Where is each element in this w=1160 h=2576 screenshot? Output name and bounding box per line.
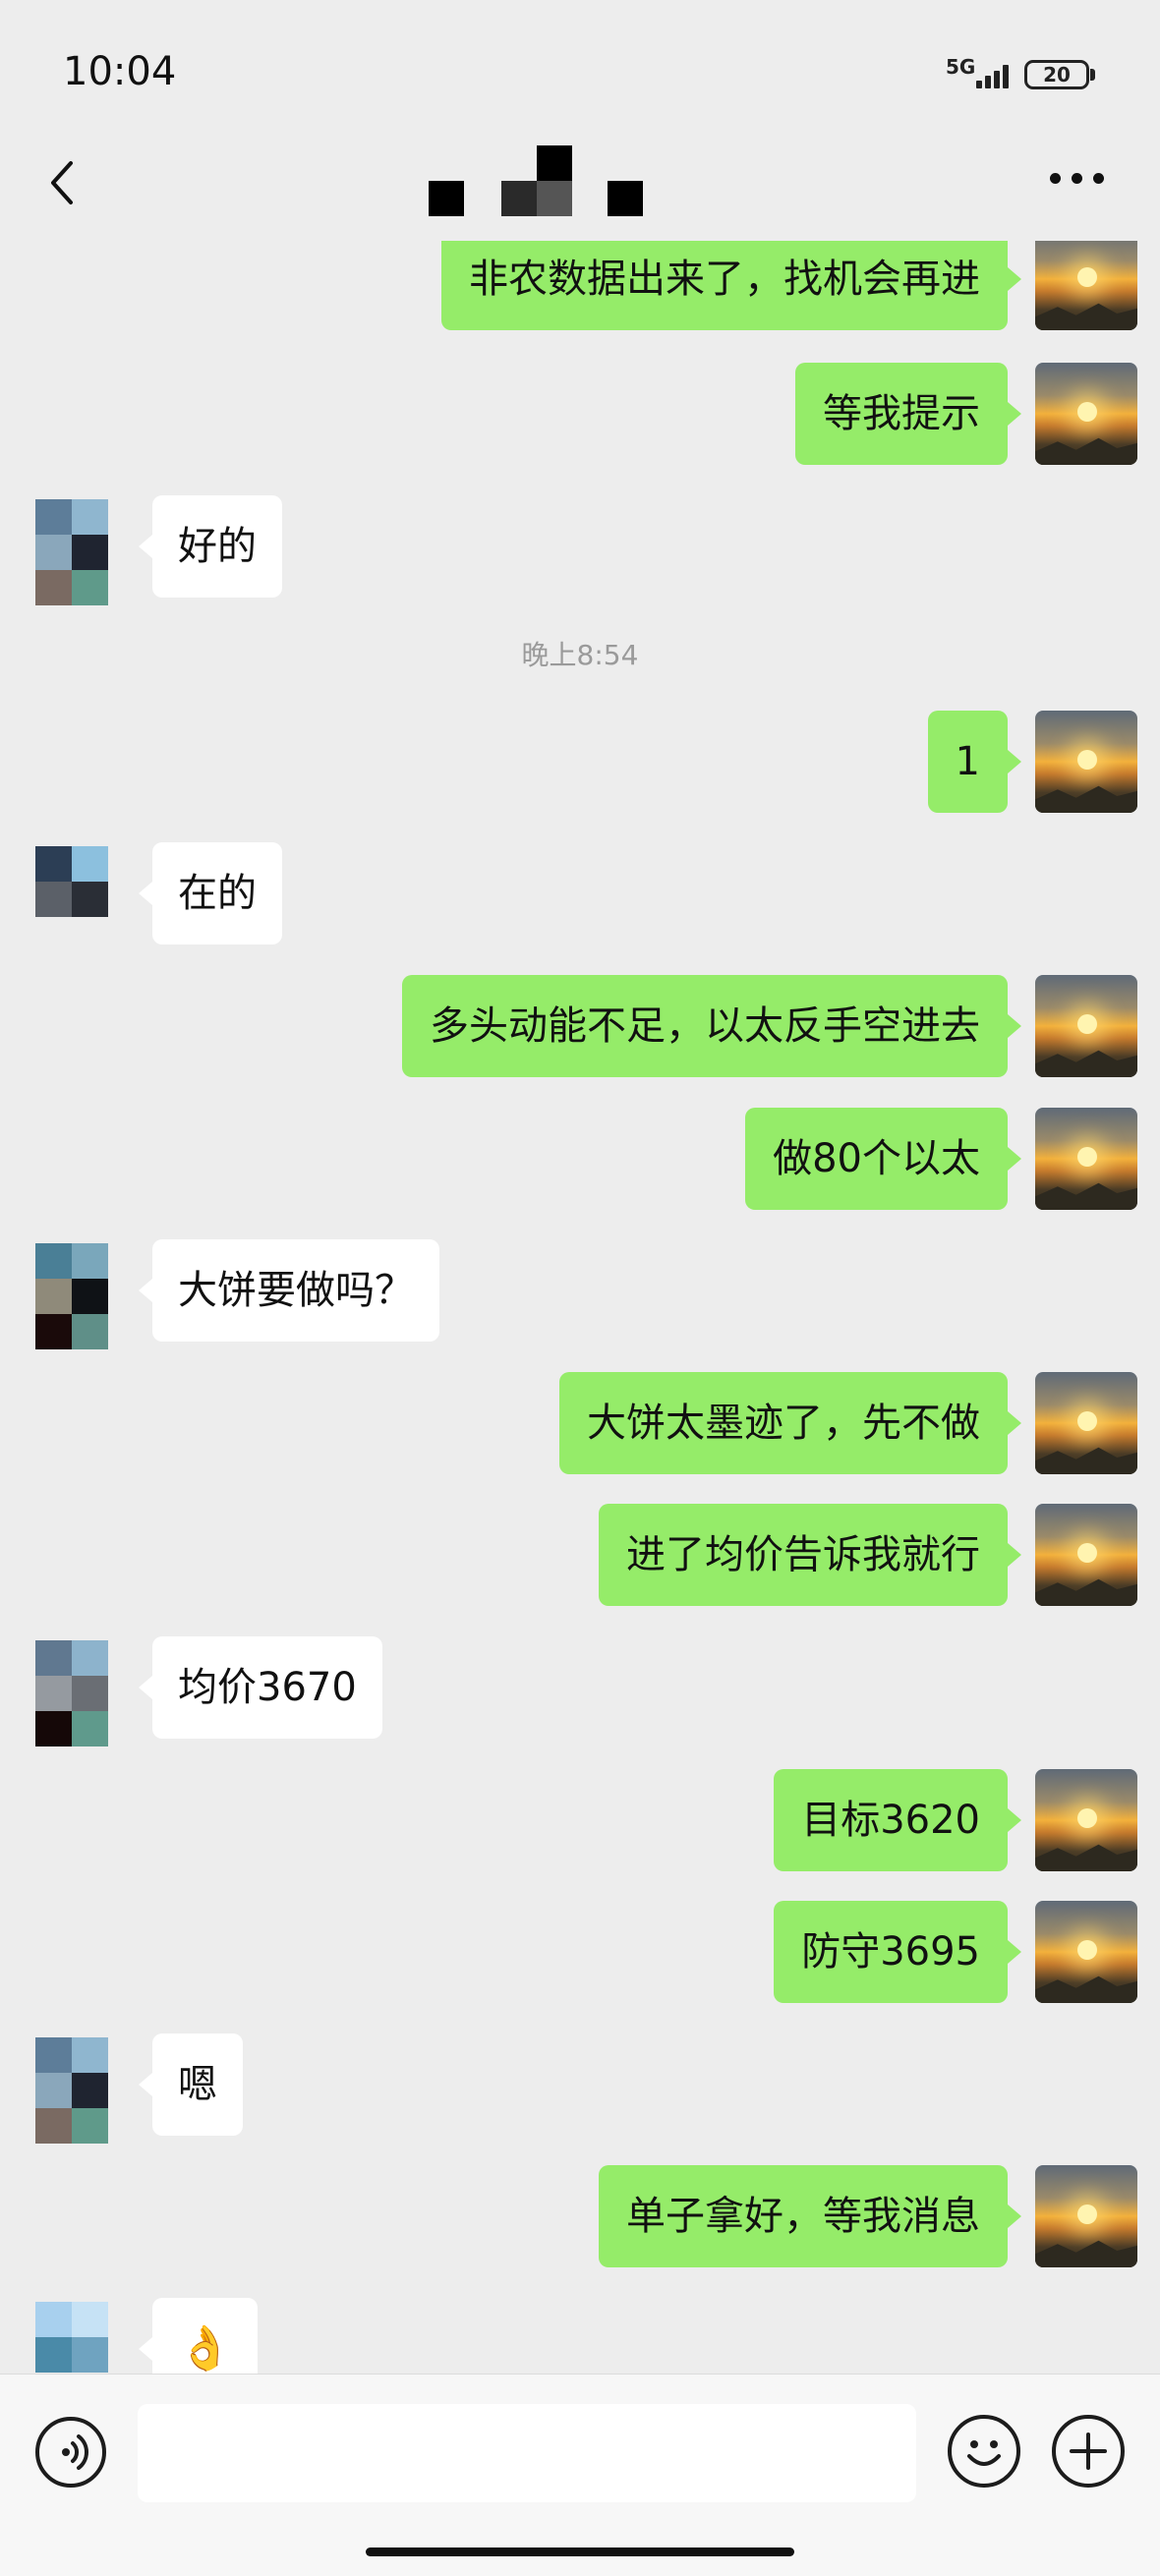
avatar-contact[interactable]	[35, 2037, 108, 2144]
emoji-icon[interactable]	[948, 2415, 1020, 2488]
more-icon[interactable]	[1050, 173, 1109, 193]
voice-icon[interactable]	[35, 2417, 106, 2488]
battery-icon: 20	[1024, 60, 1089, 89]
message-bubble-sent[interactable]: 进了均价告诉我就行	[599, 1504, 1021, 1606]
message-bubble-sent[interactable]: 多头动能不足，以太反手空进去	[402, 975, 1021, 1077]
status-time: 10:04	[63, 49, 177, 94]
message-bubble-sent[interactable]: 等我提示	[795, 363, 1021, 465]
plus-icon[interactable]	[1052, 2415, 1125, 2488]
avatar-contact[interactable]	[35, 2302, 108, 2374]
avatar-contact[interactable]	[35, 1243, 108, 1349]
status-bar: 10:04 5G 20	[0, 0, 1160, 138]
message-list[interactable]: 非农数据出来了，找机会再进 等我提示 好的 晚上8:54 1 在的 多头动能不足…	[0, 241, 1160, 2374]
chat-header	[0, 138, 1160, 241]
avatar-self[interactable]	[1035, 1901, 1137, 2003]
message-bubble-received[interactable]: 嗯	[139, 2033, 243, 2136]
chevron-left-icon[interactable]	[37, 153, 96, 212]
avatar-self[interactable]	[1035, 2165, 1137, 2267]
avatar-contact[interactable]	[35, 846, 108, 952]
input-bar	[0, 2374, 1160, 2576]
message-bubble-received[interactable]: 👌	[139, 2298, 258, 2374]
avatar-self[interactable]	[1035, 1769, 1137, 1871]
avatar-self[interactable]	[1035, 975, 1137, 1077]
message-bubble-received[interactable]: 好的	[139, 495, 282, 598]
message-bubble-sent[interactable]: 单子拿好，等我消息	[599, 2165, 1021, 2267]
message-input[interactable]	[138, 2404, 916, 2502]
message-bubble-sent[interactable]: 1	[927, 711, 1022, 813]
message-bubble-sent[interactable]: 做80个以太	[745, 1108, 1021, 1210]
message-bubble-sent[interactable]: 非农数据出来了，找机会再进	[441, 241, 1021, 330]
message-bubble-received[interactable]: 在的	[139, 842, 282, 945]
message-timestamp: 晚上8:54	[521, 639, 639, 671]
message-bubble-sent[interactable]: 大饼太墨迹了，先不做	[559, 1372, 1021, 1474]
home-indicator[interactable]	[366, 2547, 794, 2556]
signal-icon	[968, 61, 1012, 88]
message-bubble-sent[interactable]: 防守3695	[774, 1901, 1021, 2003]
avatar-self[interactable]	[1035, 1372, 1137, 1474]
avatar-self[interactable]	[1035, 1504, 1137, 1606]
battery-tip	[1090, 69, 1095, 81]
chat-title-redacted	[429, 142, 645, 216]
message-bubble-sent[interactable]: 目标3620	[774, 1769, 1021, 1871]
avatar-self[interactable]	[1035, 711, 1137, 813]
avatar-self[interactable]	[1035, 1108, 1137, 1210]
avatar-self[interactable]	[1035, 241, 1137, 330]
avatar-contact[interactable]	[35, 499, 108, 605]
ok-hand-emoji: 👌	[178, 2323, 232, 2374]
avatar-self[interactable]	[1035, 363, 1137, 465]
message-bubble-received[interactable]: 均价3670	[139, 1636, 382, 1739]
battery-level: 20	[1043, 63, 1071, 86]
avatar-contact[interactable]	[35, 1640, 108, 1746]
message-bubble-received[interactable]: 大饼要做吗？	[139, 1239, 439, 1342]
